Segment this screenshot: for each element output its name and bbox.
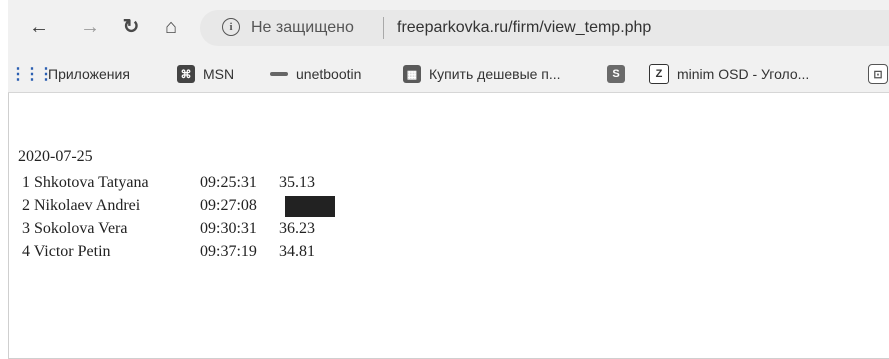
truncated-icon: ⊡: [868, 64, 888, 84]
bookmark-label: minim OSD - Уголо...: [677, 66, 810, 82]
apps-grid-icon: ⋮⋮⋮: [10, 66, 54, 83]
back-arrow-icon[interactable]: ←: [28, 16, 50, 38]
shop-icon: ▦: [403, 65, 421, 83]
bookmark-truncated[interactable]: ⊡: [868, 64, 888, 84]
bookmark-s[interactable]: S: [607, 64, 625, 84]
bookmark-label: unetbootin: [296, 66, 362, 82]
z-icon: Z: [649, 64, 669, 84]
s-icon: S: [607, 65, 625, 83]
person-name: 4 Victor Petin: [22, 243, 111, 260]
info-icon[interactable]: i: [222, 18, 240, 36]
page-date: 2020-07-25: [18, 148, 93, 165]
url-text[interactable]: freeparkovka.ru/firm/view_temp.php: [397, 19, 651, 37]
bookmark-apps[interactable]: ⋮⋮⋮ Приложения: [10, 64, 130, 84]
check-time: 09:25:31: [200, 174, 257, 191]
unetbootin-icon: [270, 71, 288, 77]
msn-icon: ⌘: [177, 65, 195, 83]
address-bar[interactable]: i Не защищено freeparkovka.ru/firm/view_…: [200, 10, 889, 46]
address-separator: [383, 17, 384, 39]
page-content: 2020-07-25 1 Shkotova Tatyana 09:25:31 3…: [8, 93, 889, 359]
check-time: 09:27:08: [200, 197, 257, 214]
forward-arrow-icon[interactable]: →: [79, 16, 101, 38]
temperature: 35.13: [279, 174, 315, 191]
home-icon[interactable]: ⌂: [160, 16, 182, 38]
bookmark-unetbootin[interactable]: unetbootin: [270, 64, 361, 84]
bookmark-minim-osd[interactable]: Z minim OSD - Уголо...: [649, 64, 809, 84]
reload-icon[interactable]: ↻: [120, 16, 142, 38]
person-name: 1 Shkotova Tatyana: [22, 174, 149, 191]
bookmark-label: Приложения: [48, 66, 130, 82]
check-time: 09:37:19: [200, 243, 257, 260]
redaction-block: [285, 196, 335, 217]
person-name: 3 Sokolova Vera: [22, 220, 128, 237]
person-name: 2 Nikolaev Andrei: [22, 197, 141, 214]
security-status[interactable]: Не защищено: [251, 19, 354, 37]
bookmark-msn[interactable]: ⌘ MSN: [177, 64, 234, 84]
browser-toolbar: ← → ↻ ⌂ i Не защищено freeparkovka.ru/fi…: [8, 0, 889, 56]
check-time: 09:30:31: [200, 220, 257, 237]
temperature: 34.81: [279, 243, 315, 260]
bookmark-label: Купить дешевые п...: [429, 66, 561, 82]
bookmark-shop[interactable]: ▦ Купить дешевые п...: [403, 64, 561, 84]
temperature: 36.23: [279, 220, 315, 237]
bookmark-label: MSN: [203, 66, 235, 82]
bookmarks-bar: ⋮⋮⋮ Приложения ⌘ MSN unetbootin ▦ Купить…: [8, 56, 889, 93]
